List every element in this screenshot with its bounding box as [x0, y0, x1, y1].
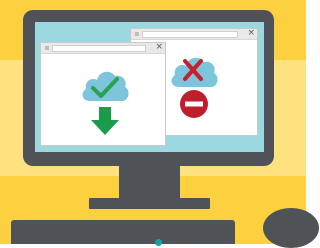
download-window: × — [40, 42, 166, 146]
cloud-check-icon — [82, 71, 129, 101]
window-title-bar: × — [131, 26, 257, 40]
monitor-stand-neck — [119, 166, 180, 198]
window-address-bar — [52, 45, 146, 52]
cloud-x-icon — [171, 57, 218, 87]
monitor-stand-base — [89, 198, 210, 209]
cable-connector — [155, 239, 162, 246]
window-address-bar — [142, 31, 238, 38]
stop-icon — [180, 90, 208, 118]
window-menu-icon — [45, 46, 49, 50]
window-menu-icon — [135, 32, 139, 36]
monitor-screen: × × — [35, 22, 264, 152]
close-button[interactable]: × — [247, 26, 255, 40]
keyboard — [11, 220, 235, 244]
mouse — [263, 208, 319, 248]
download-arrow-icon — [91, 107, 119, 135]
close-button[interactable]: × — [155, 40, 163, 54]
window-title-bar: × — [41, 40, 165, 54]
